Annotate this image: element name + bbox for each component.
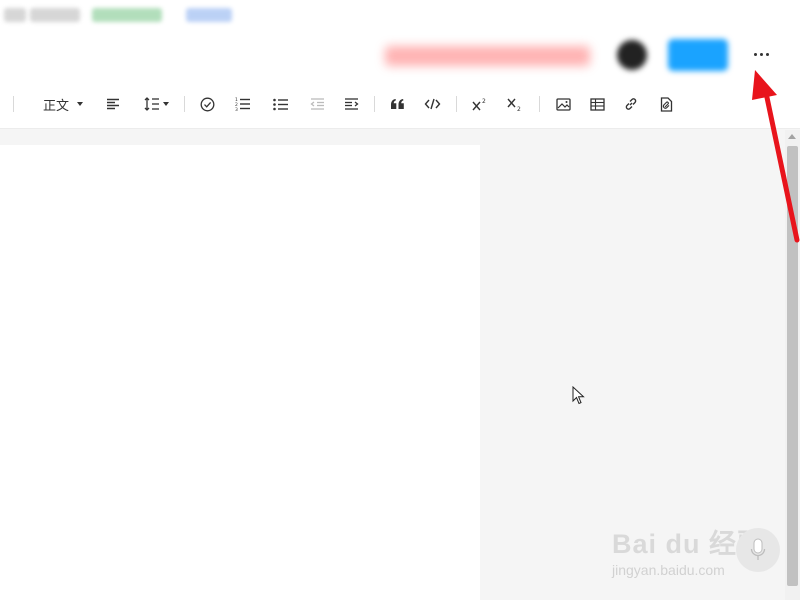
- publish-button[interactable]: [668, 39, 728, 71]
- microphone-icon: [750, 538, 766, 560]
- blurred-status-text: [385, 46, 590, 66]
- more-options-button[interactable]: [745, 38, 777, 70]
- table-icon: [589, 97, 605, 111]
- toolbar-divider: [539, 96, 540, 112]
- toolbar-divider: [374, 96, 375, 112]
- indent-icon: [344, 98, 359, 110]
- toolbar-divider: [456, 96, 457, 112]
- line-height-icon: [144, 97, 159, 111]
- indent-button[interactable]: [342, 92, 360, 116]
- paragraph-style-dropdown[interactable]: 正文: [40, 92, 86, 116]
- watermark-url: jingyan.baidu.com: [612, 562, 725, 578]
- toolbar-divider: [13, 96, 14, 112]
- ordered-list-button[interactable]: 123: [234, 92, 252, 116]
- quote-icon: [390, 99, 404, 109]
- attachment-icon: [660, 96, 672, 112]
- voice-input-button[interactable]: [736, 528, 780, 572]
- line-height-button[interactable]: [142, 92, 170, 116]
- insert-table-button[interactable]: [588, 92, 606, 116]
- editor-header: [0, 30, 800, 80]
- blurred-bookmark: [4, 8, 26, 22]
- editor-document-page[interactable]: [0, 145, 480, 600]
- avatar[interactable]: [617, 40, 647, 70]
- mouse-pointer-icon: [572, 386, 585, 405]
- subscript-button[interactable]: 2: [506, 92, 524, 116]
- outdent-icon: [309, 98, 324, 110]
- blurred-bookmark: [92, 8, 162, 22]
- toolbar-divider: [184, 96, 185, 112]
- svg-text:3: 3: [235, 107, 238, 111]
- svg-text:2: 2: [482, 98, 486, 105]
- format-toolbar: 正文 123 2 2: [0, 80, 800, 129]
- code-button[interactable]: [422, 92, 442, 116]
- chevron-down-icon: [77, 102, 83, 106]
- image-icon: [555, 97, 571, 111]
- blurred-bookmark: [186, 8, 232, 22]
- paragraph-style-label: 正文: [42, 97, 69, 113]
- align-left-button[interactable]: [104, 92, 122, 116]
- subscript-icon: 2: [507, 98, 521, 112]
- insert-image-button[interactable]: [554, 92, 572, 116]
- insert-attachment-button[interactable]: [657, 92, 675, 116]
- todo-list-button[interactable]: [198, 92, 216, 116]
- blurred-bookmark: [30, 8, 80, 22]
- svg-text:2: 2: [517, 106, 521, 112]
- superscript-icon: 2: [472, 98, 486, 111]
- insert-link-button[interactable]: [622, 92, 640, 116]
- scroll-up-arrow-icon[interactable]: [788, 134, 796, 139]
- bullet-list-button[interactable]: [272, 92, 290, 116]
- outdent-button[interactable]: [308, 92, 326, 116]
- code-icon: [424, 98, 440, 110]
- browser-bookmark-bar: [0, 0, 800, 31]
- more-icon: [753, 52, 769, 56]
- bullet-list-icon: [273, 98, 288, 110]
- chevron-down-icon: [162, 102, 169, 106]
- align-left-icon: [107, 98, 119, 110]
- link-icon: [625, 98, 637, 110]
- ordered-list-icon: 123: [235, 97, 250, 111]
- check-circle-icon: [200, 97, 214, 111]
- superscript-button[interactable]: 2: [471, 92, 489, 116]
- quote-button[interactable]: [388, 92, 406, 116]
